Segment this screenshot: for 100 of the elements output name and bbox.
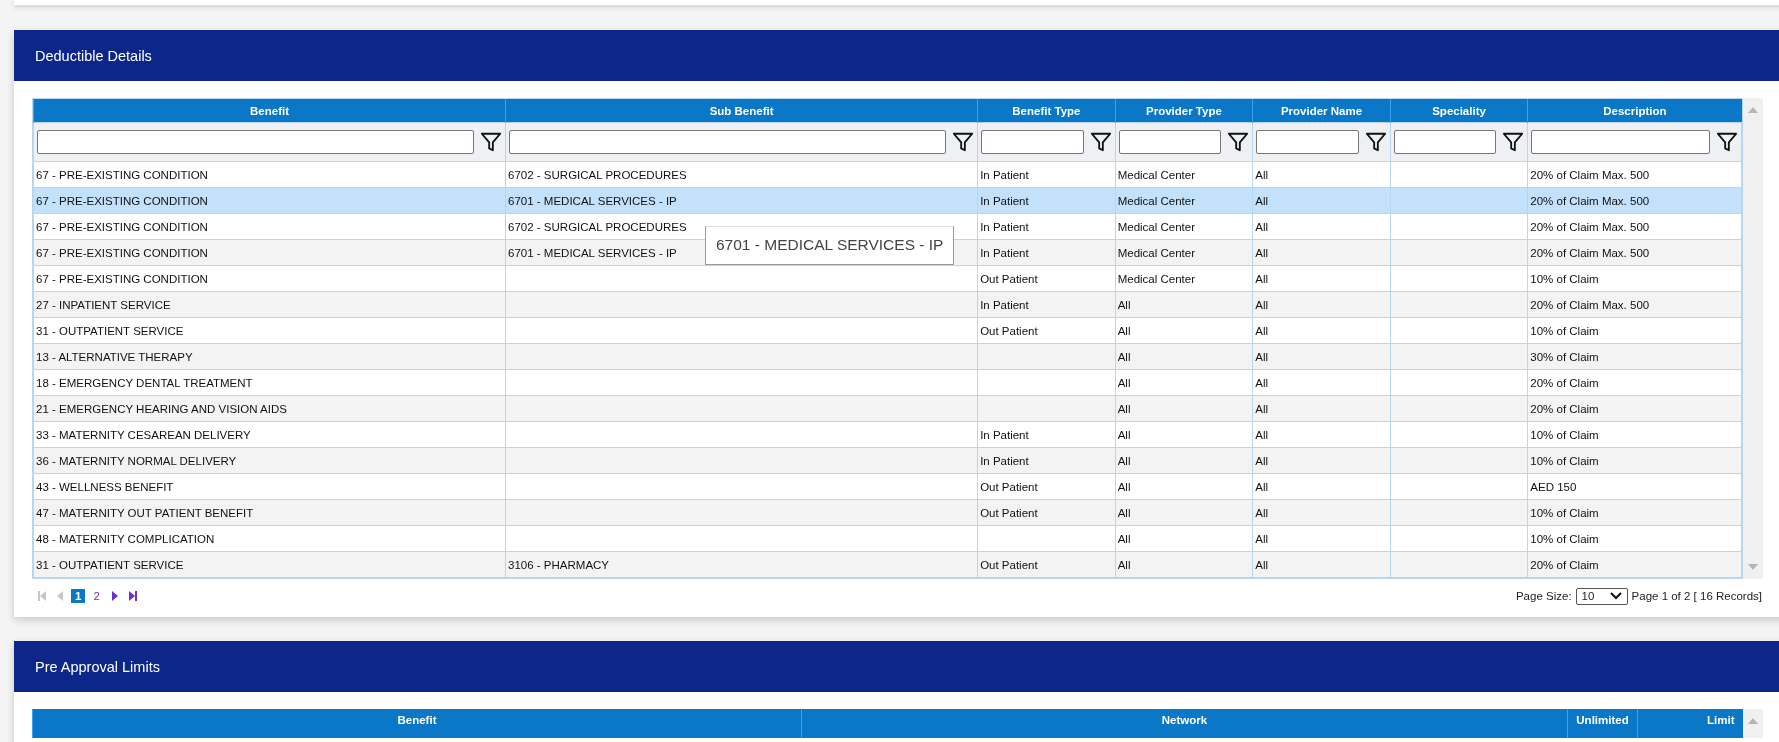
table-cell: All bbox=[1255, 480, 1268, 493]
table-cell: Out Patient bbox=[980, 558, 1038, 571]
column-header[interactable]: Description bbox=[1527, 99, 1742, 123]
filter-icon[interactable] bbox=[1502, 131, 1525, 153]
table-cell: All bbox=[1117, 558, 1131, 571]
column-header[interactable]: Sub Benefit bbox=[505, 99, 978, 123]
table-cell: 48 - MATERNITY COMPLICATION bbox=[36, 532, 215, 545]
page-size-dropdown[interactable]: 10 bbox=[1575, 587, 1628, 605]
triangle-icon bbox=[55, 590, 65, 602]
page-summary: Page 1 of 2 [ 16 Records] bbox=[1631, 590, 1762, 602]
table-cell: All bbox=[1255, 532, 1268, 545]
table-cell: All bbox=[1117, 350, 1131, 363]
column-header[interactable]: Speciality bbox=[1390, 99, 1528, 123]
filter-field[interactable] bbox=[1531, 130, 1710, 154]
chevron-down-icon bbox=[1609, 592, 1622, 600]
table-cell: Medical Center bbox=[1117, 246, 1195, 259]
skip-icon bbox=[37, 590, 47, 602]
column-header[interactable]: Limit bbox=[1637, 709, 1743, 738]
column-header[interactable]: Benefit bbox=[33, 99, 506, 123]
table-cell: 20% of Claim Max. 500 bbox=[1530, 194, 1650, 207]
table-cell: All bbox=[1255, 402, 1268, 415]
column-header[interactable]: Provider Type bbox=[1115, 99, 1253, 123]
table-cell: 20% of Claim bbox=[1530, 402, 1599, 415]
table-cell: All bbox=[1255, 246, 1268, 259]
table-cell: 31 - OUTPATIENT SERVICE bbox=[36, 558, 184, 571]
table-cell: 67 - PRE-EXISTING CONDITION bbox=[36, 246, 208, 259]
filter-field[interactable] bbox=[981, 130, 1084, 154]
table-cell: 31 - OUTPATIENT SERVICE bbox=[36, 324, 184, 337]
column-header[interactable]: Benefit bbox=[32, 709, 802, 738]
table-cell: All bbox=[1117, 376, 1131, 389]
table-cell: Medical Center bbox=[1117, 194, 1195, 207]
table-cell: 67 - PRE-EXISTING CONDITION bbox=[36, 272, 208, 285]
table-cell: All bbox=[1117, 506, 1131, 519]
filter-field[interactable] bbox=[37, 130, 475, 154]
section-title: Deductible Details bbox=[35, 47, 152, 64]
skip-icon bbox=[127, 590, 138, 602]
table-cell: 10% of Claim bbox=[1530, 428, 1599, 441]
filter-icon[interactable] bbox=[1716, 131, 1738, 153]
table-cell: All bbox=[1117, 454, 1131, 467]
table-cell: 6702 - SURGICAL PROCEDURES bbox=[508, 168, 687, 181]
table-cell: All bbox=[1255, 220, 1268, 233]
table-cell: 47 - MATERNITY OUT PATIENT BENEFIT bbox=[36, 506, 254, 519]
table-cell: 20% of Claim bbox=[1530, 376, 1599, 389]
table-cell: 21 - EMERGENCY HEARING AND VISION AIDS bbox=[36, 402, 287, 415]
column-header[interactable]: Network bbox=[801, 709, 1568, 738]
scrollbar[interactable] bbox=[1742, 709, 1763, 738]
table-cell: 10% of Claim bbox=[1530, 454, 1599, 467]
column-header[interactable]: Benefit Type bbox=[977, 99, 1116, 123]
table-cell: 10% of Claim bbox=[1530, 506, 1599, 519]
tooltip: 6701 - MEDICAL SERVICES - IP bbox=[705, 226, 955, 265]
table-cell: All bbox=[1255, 558, 1268, 571]
table-cell: 6701 - MEDICAL SERVICES - IP bbox=[508, 246, 677, 259]
table-cell: 43 - WELLNESS BENEFIT bbox=[36, 480, 174, 493]
table-cell: All bbox=[1255, 324, 1268, 337]
page-button[interactable]: 1 bbox=[71, 589, 86, 603]
table-cell: 6701 - MEDICAL SERVICES - IP bbox=[508, 194, 677, 207]
table-cell: Out Patient bbox=[980, 506, 1038, 519]
table-cell: All bbox=[1117, 402, 1131, 415]
table-cell: In Patient bbox=[980, 220, 1029, 233]
filter-field[interactable] bbox=[1393, 130, 1497, 154]
table-cell: All bbox=[1117, 324, 1131, 337]
table-cell: In Patient bbox=[980, 428, 1029, 441]
filter-field[interactable] bbox=[509, 130, 947, 154]
table-cell: 18 - EMERGENCY DENTAL TREATMENT bbox=[36, 376, 253, 389]
table-cell: 10% of Claim bbox=[1530, 324, 1599, 337]
table-cell: All bbox=[1255, 194, 1268, 207]
table-cell: All bbox=[1117, 480, 1131, 493]
table-cell: 27 - INPATIENT SERVICE bbox=[36, 298, 171, 311]
table-cell: 20% of Claim Max. 500 bbox=[1530, 298, 1650, 311]
filter-icon[interactable] bbox=[1089, 131, 1112, 153]
table-cell: Medical Center bbox=[1117, 220, 1195, 233]
filter-icon[interactable] bbox=[480, 131, 503, 153]
table-cell: 20% of Claim Max. 500 bbox=[1530, 220, 1650, 233]
table-cell: In Patient bbox=[980, 246, 1029, 259]
filter-field[interactable] bbox=[1256, 130, 1359, 154]
table-cell: All bbox=[1117, 532, 1131, 545]
table-cell: All bbox=[1255, 168, 1268, 181]
table-cell: 20% of Claim Max. 500 bbox=[1530, 246, 1650, 259]
table-cell: 33 - MATERNITY CESAREAN DELIVERY bbox=[36, 428, 251, 441]
table-cell: 36 - MATERNITY NORMAL DELIVERY bbox=[36, 454, 237, 467]
table-cell: 30% of Claim bbox=[1530, 350, 1599, 363]
column-header[interactable]: Unlimited bbox=[1567, 709, 1638, 738]
table-cell: All bbox=[1117, 298, 1131, 311]
filter-icon[interactable] bbox=[1227, 131, 1250, 153]
filter-field[interactable] bbox=[1118, 130, 1222, 154]
table-cell: Out Patient bbox=[980, 324, 1038, 337]
column-header[interactable]: Provider Name bbox=[1252, 99, 1391, 123]
page-size-label: Page Size: bbox=[1515, 590, 1572, 602]
table-cell: 13 - ALTERNATIVE THERAPY bbox=[36, 350, 193, 363]
table-cell: All bbox=[1255, 350, 1268, 363]
table-cell: Out Patient bbox=[980, 480, 1038, 493]
table-cell: In Patient bbox=[980, 298, 1029, 311]
filter-icon[interactable] bbox=[952, 131, 975, 153]
table-cell: All bbox=[1255, 428, 1268, 441]
table-cell: All bbox=[1255, 454, 1268, 467]
table-cell: In Patient bbox=[980, 168, 1029, 181]
page-button[interactable]: 2 bbox=[89, 589, 104, 603]
filter-icon[interactable] bbox=[1364, 131, 1387, 153]
table-cell: Medical Center bbox=[1117, 272, 1195, 285]
table-cell: All bbox=[1255, 298, 1268, 311]
